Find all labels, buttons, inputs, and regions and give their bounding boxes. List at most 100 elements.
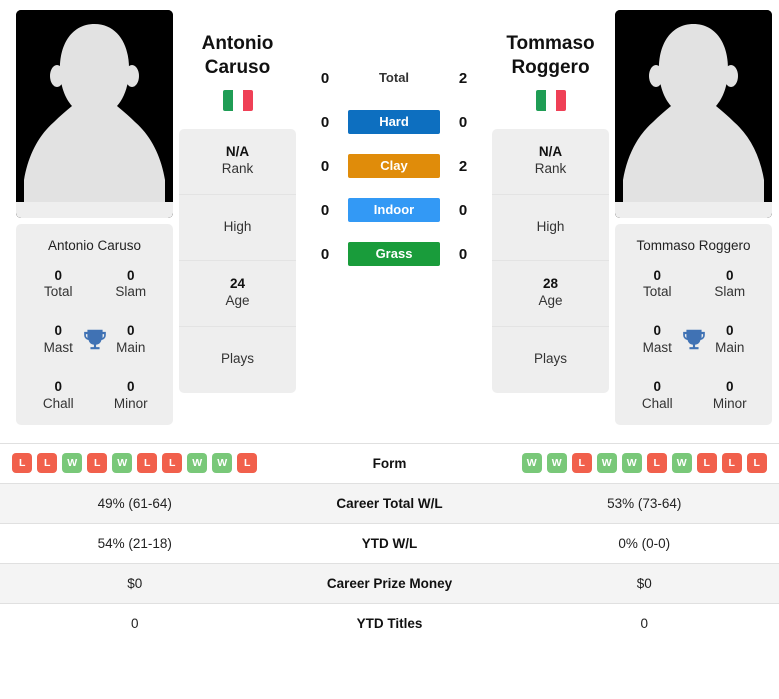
info-value: N/A xyxy=(538,144,563,160)
left-player-card-name: Antonio Caruso xyxy=(47,238,142,253)
table-row-ytd-wl: 54% (21-18) YTD W/L 0% (0-0) xyxy=(0,523,779,563)
titles-label: Chall xyxy=(641,395,673,411)
form-badge-loss: L xyxy=(571,453,592,474)
table-row-form: LLWLWLLWWL Form WWLWWLWLLL xyxy=(0,443,779,483)
h2h-row-hard: 0 Hard 0 xyxy=(302,110,486,134)
h2h-surface-label-total: Total xyxy=(378,70,410,85)
titles-value: 0 xyxy=(54,267,62,283)
table-row-ytd-titles: 0 YTD Titles 0 xyxy=(0,603,779,643)
stat-label-ytd-titles: YTD Titles xyxy=(356,615,423,631)
right-player-titles-grid: 0 Total 0 Slam 0 Mast 0 Main 0 Chall 0 M… xyxy=(621,268,766,413)
left-player-flag-icon xyxy=(222,89,253,111)
head-to-head-surfaces: 0 Total 2 0 Hard 0 0 Clay 2 0 Indoor 0 0 xyxy=(302,10,486,266)
avatar-silhouette-icon xyxy=(615,10,772,218)
left-player-info-card: N/A Rank High 24 Age Plays xyxy=(179,128,296,393)
left-player-titles-card: Antonio Caruso 0 Total 0 Slam 0 Mast 0 M… xyxy=(16,224,173,425)
info-value: 28 xyxy=(542,276,559,292)
h2h-surface-label-hard[interactable]: Hard xyxy=(348,110,440,134)
right-player-name: Tommaso Roggero xyxy=(492,10,609,81)
h2h-surface-label-clay[interactable]: Clay xyxy=(348,154,440,178)
right-player-first-name: Tommaso xyxy=(506,33,595,54)
form-badge-win: W xyxy=(621,453,642,474)
trophy-icon xyxy=(682,329,705,350)
stat-label-ytd-wl: YTD W/L xyxy=(361,535,418,551)
right-form-badges: WWLWWLWLLL xyxy=(510,453,779,474)
h2h-row-indoor: 0 Indoor 0 xyxy=(302,198,486,222)
info-row: High xyxy=(492,195,609,261)
titles-value: 0 xyxy=(126,267,135,283)
titles-value: 0 xyxy=(653,379,661,395)
titles-label: Slam xyxy=(714,284,746,300)
avatar-silhouette-icon xyxy=(16,10,173,218)
titles-value: 0 xyxy=(725,379,734,395)
info-label: Rank xyxy=(221,161,254,177)
comparison-stats-table: LLWLWLLWWL Form WWLWWLWLLL 49% (61-64) C… xyxy=(0,443,779,643)
h2h-surface-label-indoor[interactable]: Indoor xyxy=(348,198,440,222)
h2h-right-score: 0 xyxy=(458,245,468,263)
h2h-surface-label-grass[interactable]: Grass xyxy=(348,242,440,266)
right-player-avatar xyxy=(615,10,772,218)
form-badge-win: W xyxy=(187,453,208,474)
left-form-cell: LLWLWLLWWL xyxy=(0,443,270,483)
form-badge-loss: L xyxy=(37,453,58,474)
left-career-prize-money: $0 xyxy=(127,575,143,591)
titles-label: Minor xyxy=(113,395,148,411)
titles-label: Total xyxy=(642,284,672,300)
right-form-cell: WWLWWLWLLL xyxy=(510,443,779,483)
titles-value: 0 xyxy=(126,379,135,395)
titles-cell: 0 Slam xyxy=(95,268,168,302)
form-badge-loss: L xyxy=(696,453,717,474)
comparison-header: Antonio Caruso 0 Total 0 Slam 0 Mast 0 M… xyxy=(0,0,779,425)
titles-cell: 0 Slam xyxy=(694,268,767,302)
info-row: Plays xyxy=(179,327,296,393)
titles-value: 0 xyxy=(725,267,734,283)
titles-cell: 0 Minor xyxy=(694,379,767,413)
left-player-last-name: Caruso xyxy=(204,57,271,79)
form-badge-win: W xyxy=(596,453,617,474)
form-badge-loss: L xyxy=(237,453,258,474)
titles-label: Chall xyxy=(42,395,74,411)
titles-value: 0 xyxy=(653,267,661,283)
player-comparison-page: Antonio Caruso 0 Total 0 Slam 0 Mast 0 M… xyxy=(0,0,779,699)
left-player-first-name: Antonio xyxy=(201,33,274,54)
form-badge-loss: L xyxy=(137,453,158,474)
right-player-last-name: Roggero xyxy=(511,57,590,79)
info-label: Plays xyxy=(220,351,254,367)
right-player-profile-column: Tommaso Roggero 0 Total 0 Slam 0 Mast 0 … xyxy=(615,10,772,425)
h2h-right-score: 0 xyxy=(458,113,468,131)
info-label: Age xyxy=(538,293,563,309)
h2h-left-score: 0 xyxy=(320,69,330,87)
left-player-name: Antonio Caruso xyxy=(179,10,296,81)
right-player-titles-card: Tommaso Roggero 0 Total 0 Slam 0 Mast 0 … xyxy=(615,224,772,425)
form-badge-win: W xyxy=(671,453,692,474)
form-badge-win: W xyxy=(62,453,83,474)
form-badge-loss: L xyxy=(721,453,742,474)
right-ytd-wl: 0% (0-0) xyxy=(618,535,671,551)
form-badge-loss: L xyxy=(646,453,667,474)
info-row: Plays xyxy=(492,327,609,393)
titles-cell: 0 Chall xyxy=(621,379,694,413)
right-ytd-titles: 0 xyxy=(640,615,648,631)
table-row-career-total-wl: 49% (61-64) Career Total W/L 53% (73-64) xyxy=(0,483,779,524)
right-player-flag-icon xyxy=(535,89,566,111)
h2h-left-score: 0 xyxy=(320,245,330,263)
titles-label: Total xyxy=(43,284,73,300)
h2h-left-score: 0 xyxy=(320,113,330,131)
right-player-info-column: Tommaso Roggero N/A Rank High 28 Age Pla… xyxy=(492,10,609,393)
titles-value: 0 xyxy=(54,379,62,395)
left-player-avatar xyxy=(16,10,173,218)
form-badge-loss: L xyxy=(162,453,183,474)
right-career-total-wl: 53% (73-64) xyxy=(607,495,682,511)
h2h-row-grass: 0 Grass 0 xyxy=(302,242,486,266)
h2h-left-score: 0 xyxy=(320,157,330,175)
form-badge-win: W xyxy=(112,453,133,474)
h2h-right-score: 0 xyxy=(458,201,468,219)
info-row: N/A Rank xyxy=(179,129,296,195)
info-value: N/A xyxy=(225,144,250,160)
info-label: Rank xyxy=(534,161,567,177)
left-form-badges: LLWLWLLWWL xyxy=(0,453,270,474)
right-player-card-name: Tommaso Roggero xyxy=(636,238,751,253)
form-badge-win: W xyxy=(546,453,567,474)
left-player-titles-grid: 0 Total 0 Slam 0 Mast 0 Main 0 Chall 0 M… xyxy=(22,268,167,413)
table-row-career-prize-money: $0 Career Prize Money $0 xyxy=(0,563,779,604)
